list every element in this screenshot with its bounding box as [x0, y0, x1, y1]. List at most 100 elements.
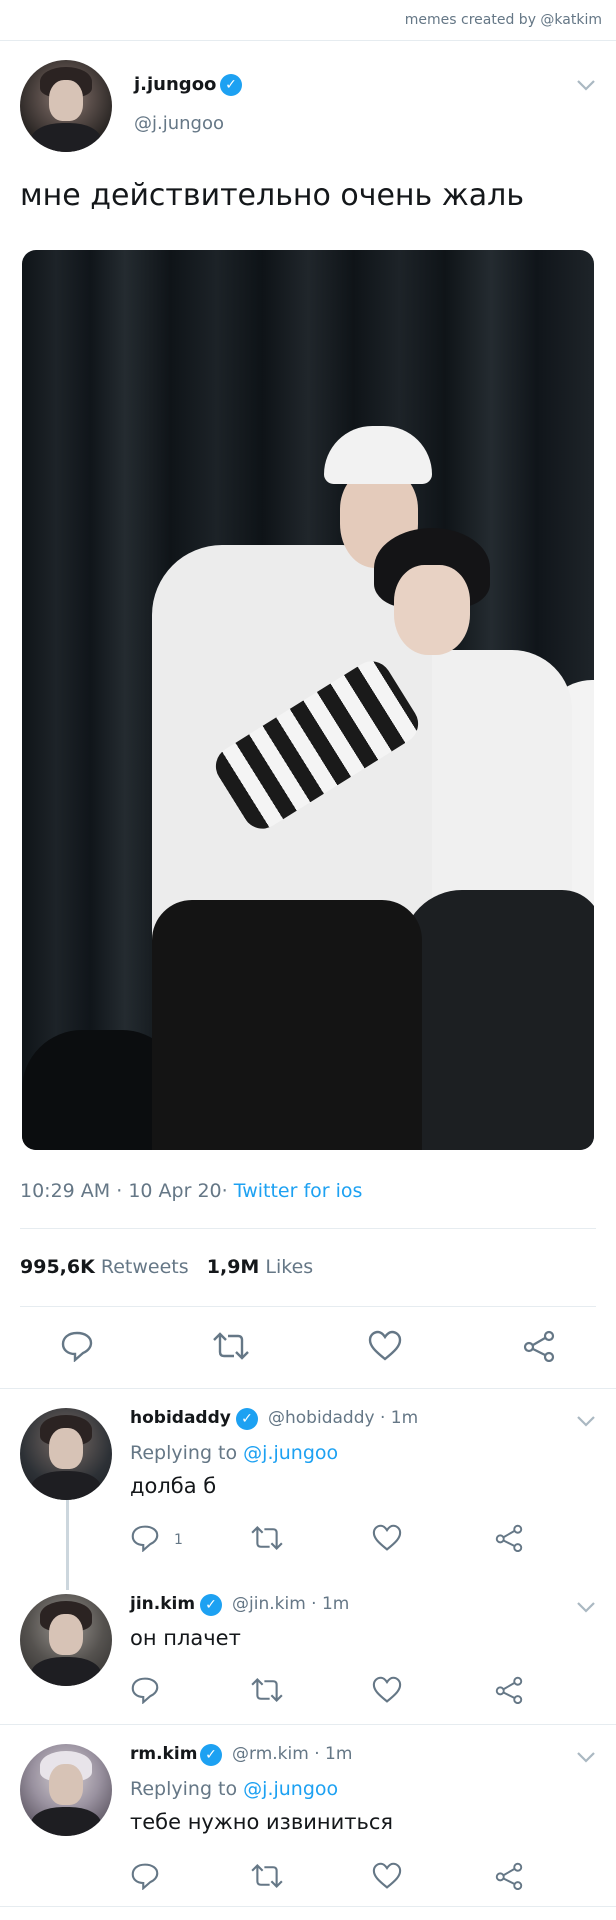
divider [0, 1388, 616, 1389]
replying-to: Replying to @j.jungoo [130, 1442, 338, 1464]
reply-button[interactable] [60, 1330, 94, 1362]
retweet-icon [213, 1332, 249, 1360]
tweet-date: 10 Apr 20 [128, 1180, 222, 1202]
tweet-text: мне действительно очень жаль [20, 178, 525, 213]
likes-label[interactable]: Likes [265, 1256, 313, 1278]
avatar-body [31, 122, 101, 152]
avatar-face [49, 1428, 83, 1469]
tweet-meta: 10:29 AM · 10 Apr 20· Twitter for ios [20, 1180, 362, 1202]
reply-button[interactable] [130, 1676, 160, 1704]
chevron-down-icon[interactable] [576, 1744, 596, 1768]
replying-label: Replying to [130, 1442, 238, 1464]
avatar-body [31, 1806, 101, 1836]
reply-avatar[interactable] [20, 1594, 112, 1686]
like-button[interactable] [368, 1330, 402, 1362]
reply-time: 1m [325, 1744, 353, 1764]
photo-pants-right [402, 890, 594, 1150]
reply-handle-text[interactable]: @rm.kim [232, 1744, 309, 1764]
share-button[interactable] [494, 1524, 524, 1552]
likes-count[interactable]: 1,9M [207, 1256, 260, 1278]
retweet-icon [251, 1526, 283, 1550]
thread-line [66, 1500, 69, 1590]
reply-author-handle[interactable]: @jin.kim · 1m [232, 1594, 349, 1614]
author-name[interactable]: j.jungoo [134, 74, 216, 95]
retweets-label[interactable]: Retweets [101, 1256, 189, 1278]
divider [20, 1228, 596, 1229]
like-button[interactable] [372, 1524, 402, 1552]
tweet-stats: 995,6K Retweets 1,9M Likes [20, 1256, 313, 1278]
photo-face-right [394, 565, 470, 655]
verified-badge-icon: ✓ [220, 74, 242, 96]
reply-time: 1m [390, 1408, 419, 1428]
divider [0, 1724, 616, 1725]
reply-avatar[interactable] [20, 1744, 112, 1836]
retweet-icon [251, 1864, 283, 1888]
reply-author-name[interactable]: jin.kim [130, 1594, 195, 1614]
meta-separator: · [379, 1408, 386, 1428]
reply-icon [131, 1863, 159, 1890]
reply-icon [131, 1525, 159, 1552]
avatar-face [49, 80, 83, 121]
like-icon [372, 1676, 402, 1703]
retweets-count[interactable]: 995,6K [20, 1256, 95, 1278]
replying-to-handle[interactable]: @j.jungoo [243, 1442, 338, 1464]
reply-handle-text[interactable]: @hobidaddy [268, 1408, 375, 1428]
photo-pants-left [152, 900, 422, 1150]
like-button[interactable] [372, 1862, 402, 1890]
share-icon [495, 1862, 523, 1890]
share-button[interactable] [522, 1330, 556, 1362]
photo-cap [324, 426, 432, 484]
tweet-source-link[interactable]: Twitter for ios [234, 1180, 363, 1202]
replying-label: Replying to [130, 1778, 238, 1800]
verified-badge-icon: ✓ [200, 1594, 222, 1616]
reply-icon [61, 1331, 93, 1362]
meta-separator: · [314, 1744, 320, 1764]
reply-text: долба б [130, 1474, 217, 1498]
like-icon [372, 1862, 402, 1889]
like-button[interactable] [372, 1676, 402, 1704]
chevron-down-icon[interactable] [576, 1408, 596, 1432]
chevron-down-icon[interactable] [576, 1594, 596, 1618]
meta-separator: · [221, 1180, 228, 1202]
share-button[interactable] [494, 1862, 524, 1890]
avatar-face [49, 1764, 83, 1805]
share-icon [523, 1330, 555, 1362]
reply-author-handle[interactable]: @rm.kim · 1m [232, 1744, 352, 1764]
reply-author-name[interactable]: hobidaddy [130, 1408, 231, 1428]
reply-author-name[interactable]: rm.kim [130, 1744, 197, 1764]
tweet-time: 10:29 AM [20, 1180, 111, 1202]
chevron-down-icon[interactable] [576, 72, 596, 96]
avatar-body [31, 1656, 101, 1686]
reply-count: 1 [174, 1532, 183, 1548]
replying-to: Replying to @j.jungoo [130, 1778, 338, 1800]
avatar[interactable] [20, 60, 112, 152]
share-icon [495, 1524, 523, 1552]
like-icon [372, 1524, 402, 1551]
reply-time: 1m [321, 1594, 350, 1614]
reply-handle-text[interactable]: @jin.kim [232, 1594, 306, 1614]
retweet-button[interactable] [250, 1676, 284, 1704]
reply-avatar[interactable] [20, 1408, 112, 1500]
share-icon [495, 1676, 523, 1704]
retweet-button[interactable] [212, 1330, 250, 1362]
divider [20, 1306, 596, 1307]
divider [0, 1906, 616, 1907]
retweet-button[interactable] [250, 1524, 284, 1552]
reply-author-handle[interactable]: @hobidaddy · 1m [268, 1408, 418, 1428]
like-icon [368, 1330, 402, 1361]
verified-badge-icon: ✓ [236, 1408, 258, 1430]
credit-text: memes created by @katkim [404, 12, 602, 28]
tweet-photo[interactable] [22, 250, 594, 1150]
retweet-button[interactable] [250, 1862, 284, 1890]
meta-separator: · [116, 1180, 123, 1202]
avatar-face [49, 1614, 83, 1655]
reply-button[interactable] [130, 1524, 160, 1552]
retweet-icon [251, 1678, 283, 1702]
share-button[interactable] [494, 1676, 524, 1704]
avatar-body [31, 1470, 101, 1500]
reply-button[interactable] [130, 1862, 160, 1890]
author-handle[interactable]: @j.jungoo [134, 113, 224, 134]
reply-icon [131, 1677, 159, 1704]
header-divider [0, 40, 616, 41]
replying-to-handle[interactable]: @j.jungoo [243, 1778, 338, 1800]
